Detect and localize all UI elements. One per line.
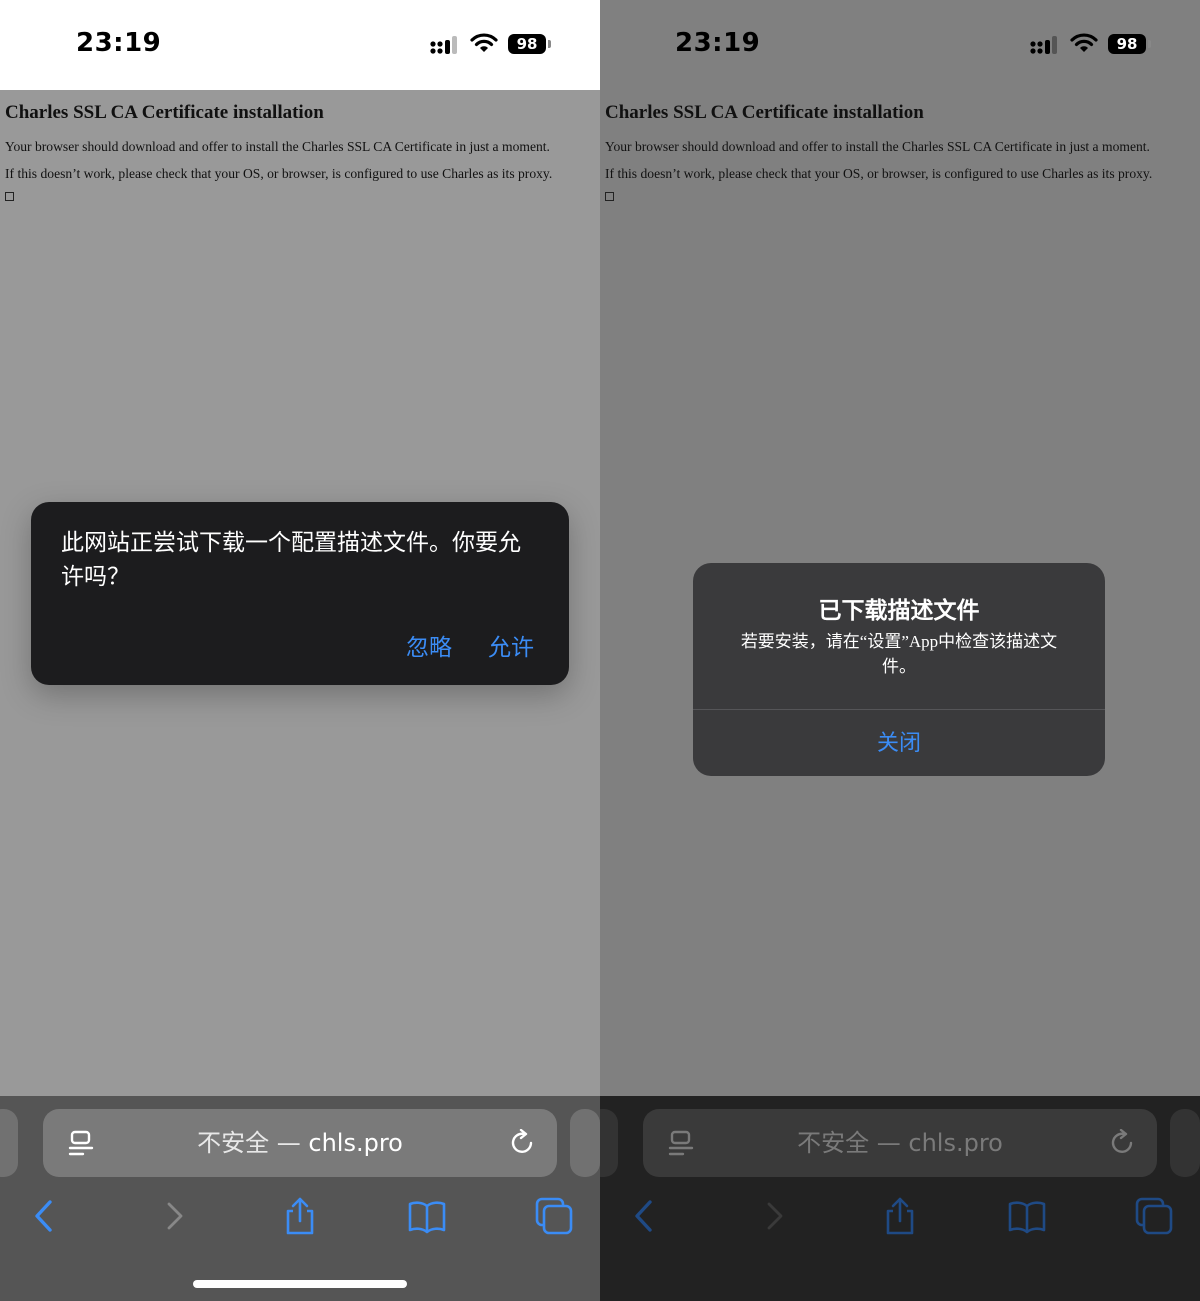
battery-indicator: 98 [1108,34,1146,54]
reload-icon[interactable] [509,1129,537,1157]
broken-image-icon [5,192,14,201]
forward-icon[interactable] [155,1196,195,1236]
status-time: 23:19 [675,28,761,58]
tabs-icon[interactable] [534,1196,574,1236]
broken-image-icon [605,192,614,201]
page-paragraph-2: If this doesn’t work, please check that … [5,166,553,181]
next-tab-peek[interactable] [570,1109,600,1177]
web-page: Charles SSL CA Certificate installation … [0,90,600,1096]
share-icon[interactable] [280,1196,320,1236]
share-icon[interactable] [880,1196,920,1236]
previous-tab-peek[interactable] [600,1109,618,1177]
alert-message: 若要安装，请在“设置”App中检查该描述文件。 [740,632,1058,676]
status-bar: 23:19 98 [0,0,600,90]
back-icon[interactable] [26,1196,66,1236]
page-paragraph-2: If this doesn’t work, please check that … [605,166,1153,181]
screen-right: 23:19 98 Charles SSL CA Certificate inst… [600,0,1200,1301]
cellular-signal-icon [1030,36,1057,54]
security-label: 不安全 — [197,1129,309,1157]
status-bar: 23:19 98 [600,0,1200,90]
previous-tab-peek[interactable] [0,1109,18,1177]
reload-icon[interactable] [1109,1129,1137,1157]
page-paragraph-1: Your browser should download and offer t… [5,139,550,154]
security-label: 不安全 — [797,1129,909,1157]
ignore-button[interactable]: 忽略 [406,628,452,662]
wifi-icon [470,33,498,52]
url-host: chls.pro [908,1129,1003,1157]
profile-downloaded-alert: 已下载描述文件 若要安装，请在“设置”App中检查该描述文件。 关闭 [693,563,1105,776]
back-icon[interactable] [626,1196,666,1236]
cellular-signal-icon [430,36,457,54]
home-indicator [193,1280,407,1288]
battery-tip [1148,40,1151,48]
url-host: chls.pro [308,1129,403,1157]
safari-toolbar: 不安全 — chls.pro [600,1096,1200,1301]
tabs-icon[interactable] [1134,1196,1174,1236]
close-button[interactable]: 关闭 [693,710,1105,776]
bookmarks-icon[interactable] [407,1196,447,1236]
bookmarks-icon[interactable] [1007,1196,1047,1236]
next-tab-peek[interactable] [1170,1109,1200,1177]
safari-toolbar: 不安全 — chls.pro [0,1096,600,1301]
battery-tip [548,40,551,48]
address-bar[interactable]: 不安全 — chls.pro [43,1109,557,1177]
battery-indicator: 98 [508,34,546,54]
alert-title: 已下载描述文件 [818,598,980,623]
download-permission-dialog: 此网站正尝试下载一个配置描述文件。你要允许吗？ 忽略 允许 [31,502,569,685]
dialog-message: 此网站正尝试下载一个配置描述文件。你要允许吗？ [61,530,521,589]
page-title: Charles SSL CA Certificate installation [5,102,324,123]
page-title: Charles SSL CA Certificate installation [605,102,924,123]
screen-left: 23:19 98 Charles SSL CA Certificate inst… [0,0,600,1301]
url-text: 不安全 — chls.pro [43,1109,557,1177]
page-paragraph-1: Your browser should download and offer t… [605,139,1150,154]
address-bar[interactable]: 不安全 — chls.pro [643,1109,1157,1177]
url-text: 不安全 — chls.pro [643,1109,1157,1177]
wifi-icon [1070,33,1098,52]
web-page: Charles SSL CA Certificate installation … [600,90,1200,1096]
forward-icon[interactable] [755,1196,795,1236]
status-time: 23:19 [76,28,162,58]
allow-button[interactable]: 允许 [488,628,534,662]
